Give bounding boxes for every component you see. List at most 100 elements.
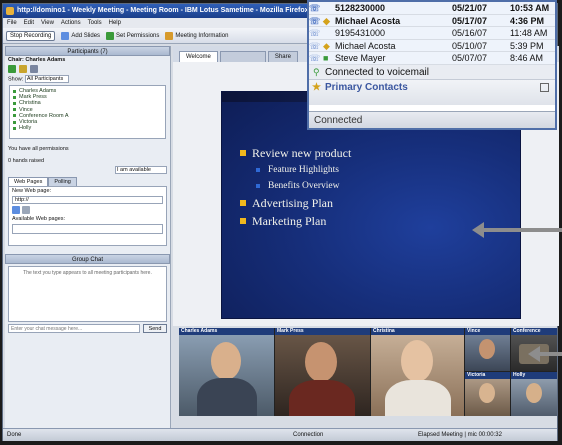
phone-icon: ☏ xyxy=(309,53,321,63)
microphone-icon[interactable] xyxy=(8,65,16,73)
voicemail-label: Connected to voicemail xyxy=(325,66,429,78)
menu-view[interactable]: View xyxy=(41,18,54,28)
meeting-info-button[interactable]: Meeting Information xyxy=(165,31,229,40)
call-date: 05/10/07 xyxy=(452,40,488,51)
shirt-image xyxy=(197,378,257,416)
info-icon xyxy=(165,31,174,40)
call-date: 05/21/07 xyxy=(452,3,488,13)
video-tile[interactable]: Charles Adams xyxy=(179,328,274,416)
menu-tools[interactable]: Tools xyxy=(88,18,102,28)
face-image xyxy=(526,383,542,403)
video-name: Christina xyxy=(371,328,464,335)
chat-transcript: The text you type appears to all meeting… xyxy=(8,266,167,322)
send-button[interactable]: Send xyxy=(143,324,167,333)
tab-polling[interactable]: Polling xyxy=(48,177,77,186)
show-select[interactable]: All Participants xyxy=(24,75,69,83)
available-pages-label: Available Web pages: xyxy=(12,216,65,222)
voicemail-row[interactable]: ⚲ Connected to voicemail xyxy=(309,64,555,80)
expand-icon[interactable] xyxy=(540,82,549,92)
meeting-info-label: Meeting Information xyxy=(175,32,229,39)
video-name: Charles Adams xyxy=(179,328,274,335)
permissions-icon xyxy=(106,31,115,40)
chat-input[interactable]: Enter your chat message here... xyxy=(8,324,140,333)
available-pages-list[interactable] xyxy=(12,224,163,234)
refresh-icon[interactable] xyxy=(22,206,30,214)
menu-help[interactable]: Help xyxy=(109,18,121,28)
new-page-label: New Web page: xyxy=(12,188,52,194)
video-tile[interactable]: Christina xyxy=(371,328,464,416)
face-image xyxy=(305,342,337,382)
meeting-timer: Elapsed Meeting | mic 00:00:32 xyxy=(418,432,502,438)
face-image xyxy=(401,340,433,382)
call-time: 10:53 AM xyxy=(510,3,550,13)
status-text: Done xyxy=(7,432,22,438)
phone-icon: ☏ xyxy=(309,15,321,26)
call-name: Michael Acosta xyxy=(335,15,401,26)
slide-bullets: Review new product Feature Highlights Be… xyxy=(240,144,351,230)
arrow-pointer-icon xyxy=(528,346,562,362)
available-icon: ■ xyxy=(323,53,329,63)
set-permissions-button[interactable]: Set Permissions xyxy=(106,31,159,40)
stop-recording-button[interactable]: Stop Recording xyxy=(6,30,56,41)
tab-share[interactable]: Share xyxy=(267,51,298,62)
call-row[interactable]: ☏ ◆ Michael Acosta 05/10/07 5:39 PM xyxy=(309,39,555,52)
tab-web-pages[interactable]: Web Pages xyxy=(8,177,49,186)
call-row[interactable]: ☏ ■ Steve Mayer 05/07/07 8:46 AM xyxy=(309,52,555,65)
availability-select[interactable]: I am available xyxy=(115,166,167,174)
tab-slides[interactable] xyxy=(219,51,266,62)
web-tabs: Web Pages Polling xyxy=(8,177,167,186)
status-icon xyxy=(323,27,335,39)
video-name: Mark Press xyxy=(275,328,370,335)
left-panel: Participants (7) Chair: Charles Adams Sh… xyxy=(5,46,171,428)
status-bar: Done Connection Elapsed Meeting | mic 00… xyxy=(3,428,557,441)
call-name: Michael Acosta xyxy=(335,40,396,51)
primary-contacts-label: Primary Contacts xyxy=(325,81,408,93)
shirt-image xyxy=(385,380,451,416)
call-name: Steve Mayer xyxy=(335,53,386,63)
call-row[interactable]: ☏ ◆ Michael Acosta 05/17/07 4:36 PM xyxy=(309,14,555,27)
add-slides-button[interactable]: Add Slides xyxy=(61,31,100,40)
participant-item[interactable]: Holly xyxy=(13,125,162,131)
video-tile[interactable]: Victoria xyxy=(465,372,510,416)
menu-edit[interactable]: Edit xyxy=(24,18,34,28)
video-strip: Charles Adams Mark Press Christina Vince… xyxy=(179,328,557,416)
call-time: 4:36 PM xyxy=(510,15,545,26)
hand-icon[interactable] xyxy=(19,65,27,73)
phone-icon: ☏ xyxy=(309,40,321,51)
video-name: Conference xyxy=(511,328,557,335)
phone-icon: ☏ xyxy=(309,28,321,38)
voicemail-icon: ⚲ xyxy=(313,66,320,77)
menu-file[interactable]: File xyxy=(7,18,17,28)
away-icon: ◆ xyxy=(323,40,330,51)
away-icon: ◆ xyxy=(323,15,330,26)
menu-actions[interactable]: Actions xyxy=(61,18,81,28)
window-title: http://domino1 - Weekly Meeting - Meetin… xyxy=(17,7,309,14)
video-tile[interactable]: Mark Press xyxy=(275,328,370,416)
connected-status: Connected xyxy=(309,111,555,128)
video-tile[interactable]: Holly xyxy=(511,372,557,416)
face-image xyxy=(211,342,241,380)
chair-label: Chair: Charles Adams xyxy=(8,57,66,63)
tab-welcome[interactable]: Welcome xyxy=(179,51,218,62)
call-time: 5:39 PM xyxy=(510,40,544,51)
person-icon[interactable] xyxy=(30,65,38,73)
call-name: 9195431000 xyxy=(335,28,386,38)
web-tools xyxy=(9,205,166,215)
primary-contacts-header[interactable]: ★ Primary Contacts xyxy=(309,79,555,105)
face-image xyxy=(479,339,495,359)
sub-bullet-item: Feature Highlights xyxy=(240,162,351,178)
slides-icon xyxy=(61,31,70,40)
permissions-note: You have all permissions xyxy=(8,146,69,152)
shirt-image xyxy=(289,380,355,416)
call-date: 05/17/07 xyxy=(452,15,488,26)
call-row[interactable]: ☏ 9195431000 05/16/07 11:48 AM xyxy=(309,27,555,40)
call-time: 11:48 AM xyxy=(510,28,548,38)
participant-tools xyxy=(5,64,170,74)
video-name: Victoria xyxy=(465,372,510,379)
new-page-input[interactable]: http:// xyxy=(12,196,163,204)
phone-icon: ☏ xyxy=(309,3,321,13)
share-page-icon[interactable] xyxy=(12,206,20,214)
video-tile[interactable]: Vince xyxy=(465,328,510,371)
bullet-item: Review new product xyxy=(240,144,351,162)
call-row[interactable]: ☏ 5128230000 05/21/07 10:53 AM xyxy=(309,2,555,15)
